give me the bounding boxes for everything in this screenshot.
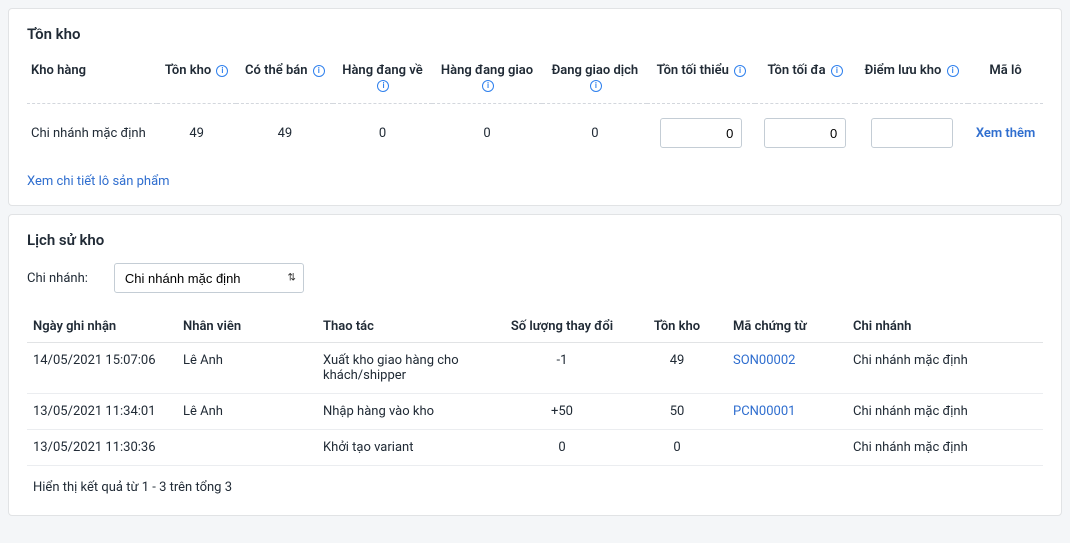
cell-branch: Chi nhánh mặc định bbox=[847, 394, 1043, 430]
col-date: Ngày ghi nhận bbox=[27, 311, 177, 343]
history-row: 14/05/2021 15:07:06Lê AnhXuất kho giao h… bbox=[27, 343, 1043, 394]
info-icon[interactable]: i bbox=[734, 65, 746, 77]
cell-branch: Chi nhánh mặc định bbox=[847, 430, 1043, 466]
info-icon[interactable]: i bbox=[831, 65, 843, 77]
cell-action: Xuất kho giao hàng cho khách/shipper bbox=[317, 343, 497, 394]
col-max: Tồn tối đa i bbox=[755, 57, 855, 104]
cell-branch: Chi nhánh mặc định bbox=[847, 343, 1043, 394]
doc-link[interactable]: SON00002 bbox=[733, 353, 795, 368]
info-icon[interactable]: i bbox=[590, 80, 602, 92]
cell-stock: 0 bbox=[627, 430, 727, 466]
cell-warehouse: Chi nhánh mặc định bbox=[27, 104, 157, 163]
history-row: 13/05/2021 11:30:36Khởi tạo variant00Chi… bbox=[27, 430, 1043, 466]
history-table: Ngày ghi nhận Nhân viên Thao tác Số lượn… bbox=[27, 311, 1043, 466]
cell-stock: 49 bbox=[627, 343, 727, 394]
cell-date: 14/05/2021 15:07:06 bbox=[27, 343, 177, 394]
inventory-title: Tồn kho bbox=[27, 25, 1043, 43]
cell-delivering: 0 bbox=[432, 104, 543, 163]
min-stock-input[interactable] bbox=[660, 118, 742, 148]
col-branch: Chi nhánh bbox=[847, 311, 1043, 343]
result-count: Hiển thị kết quả từ 1 - 3 trên tổng 3 bbox=[27, 466, 1043, 499]
cell-stock: 49 bbox=[157, 104, 236, 163]
cell-date: 13/05/2021 11:34:01 bbox=[27, 394, 177, 430]
inventory-row: Chi nhánh mặc định 49 49 0 0 0 Xem thêm bbox=[27, 104, 1043, 163]
info-icon[interactable]: i bbox=[482, 80, 494, 92]
cell-doc: SON00002 bbox=[727, 343, 847, 394]
cell-date: 13/05/2021 11:30:36 bbox=[27, 430, 177, 466]
col-batch: Mã lô bbox=[968, 57, 1043, 104]
view-more-link[interactable]: Xem thêm bbox=[976, 126, 1036, 141]
col-trading: Đang giao dịchi bbox=[542, 57, 647, 104]
info-icon[interactable]: i bbox=[947, 65, 959, 77]
inventory-card: Tồn kho Kho hàng Tồn kho i Có thể bán i … bbox=[8, 8, 1062, 206]
info-icon[interactable]: i bbox=[216, 65, 228, 77]
col-warehouse: Kho hàng bbox=[27, 57, 157, 104]
cell-incoming: 0 bbox=[333, 104, 431, 163]
cell-sellable: 49 bbox=[236, 104, 333, 163]
cell-doc bbox=[727, 430, 847, 466]
col-action: Thao tác bbox=[317, 311, 497, 343]
col-delivering: Hàng đang giaoi bbox=[432, 57, 543, 104]
col-min: Tồn tối thiểu i bbox=[647, 57, 755, 104]
storage-point-input[interactable] bbox=[871, 118, 953, 148]
col-staff: Nhân viên bbox=[177, 311, 317, 343]
col-incoming: Hàng đang vềi bbox=[333, 57, 431, 104]
col-doc: Mã chứng từ bbox=[727, 311, 847, 343]
doc-link[interactable]: PCN00001 bbox=[733, 404, 795, 419]
col-storage: Điểm lưu kho i bbox=[855, 57, 968, 104]
cell-qty: -1 bbox=[497, 343, 627, 394]
branch-filter-label: Chi nhánh: bbox=[27, 271, 88, 286]
cell-staff: Lê Anh bbox=[177, 394, 317, 430]
cell-action: Khởi tạo variant bbox=[317, 430, 497, 466]
col-stock: Tồn kho i bbox=[157, 57, 236, 104]
info-icon[interactable]: i bbox=[313, 65, 325, 77]
col-histstock: Tồn kho bbox=[627, 311, 727, 343]
cell-staff bbox=[177, 430, 317, 466]
cell-trading: 0 bbox=[542, 104, 647, 163]
cell-stock: 50 bbox=[627, 394, 727, 430]
history-title: Lịch sử kho bbox=[27, 231, 1043, 249]
branch-filter-row: Chi nhánh: Chi nhánh mặc định bbox=[27, 263, 1043, 293]
info-icon[interactable]: i bbox=[377, 80, 389, 92]
inventory-table: Kho hàng Tồn kho i Có thể bán i Hàng đan… bbox=[27, 57, 1043, 162]
max-stock-input[interactable] bbox=[764, 118, 846, 148]
history-card: Lịch sử kho Chi nhánh: Chi nhánh mặc địn… bbox=[8, 214, 1062, 516]
history-row: 13/05/2021 11:34:01Lê AnhNhập hàng vào k… bbox=[27, 394, 1043, 430]
cell-qty: 0 bbox=[497, 430, 627, 466]
batch-detail-link[interactable]: Xem chi tiết lô sản phẩm bbox=[27, 174, 170, 189]
col-qty: Số lượng thay đổi bbox=[497, 311, 627, 343]
cell-doc: PCN00001 bbox=[727, 394, 847, 430]
col-sellable: Có thể bán i bbox=[236, 57, 333, 104]
cell-staff: Lê Anh bbox=[177, 343, 317, 394]
cell-qty: +50 bbox=[497, 394, 627, 430]
cell-action: Nhập hàng vào kho bbox=[317, 394, 497, 430]
branch-select[interactable]: Chi nhánh mặc định bbox=[114, 263, 304, 293]
